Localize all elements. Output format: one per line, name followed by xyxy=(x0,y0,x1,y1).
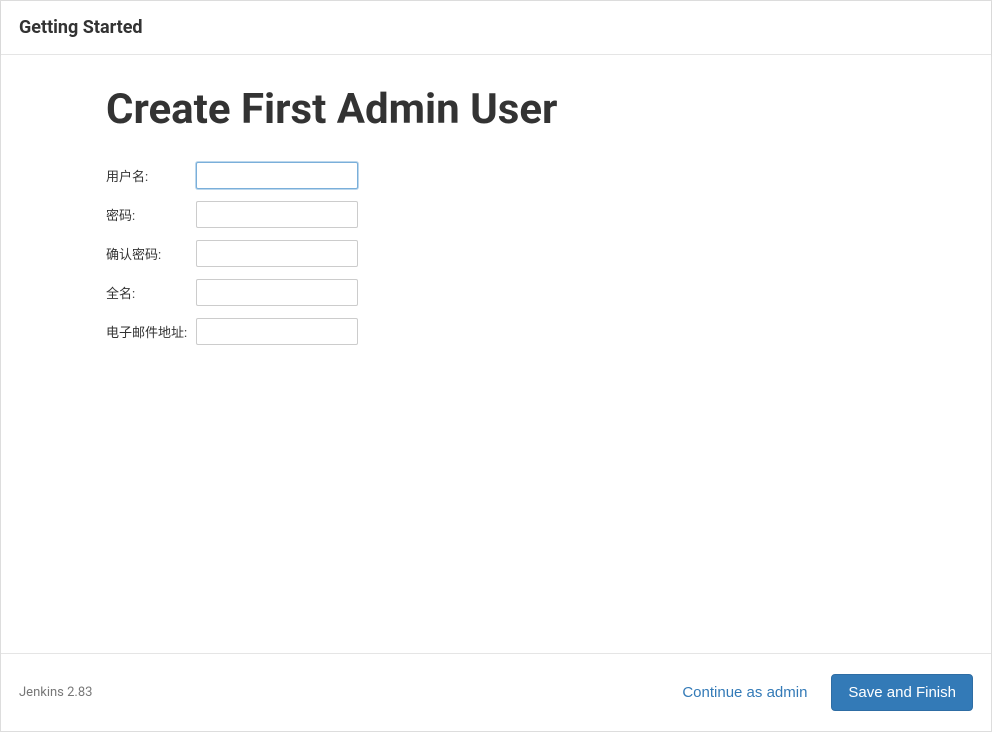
page-heading: Create First Admin User xyxy=(106,85,991,134)
email-input[interactable] xyxy=(196,318,358,345)
fullname-label: 全名: xyxy=(106,283,196,302)
form-row-username: 用户名: xyxy=(106,162,991,189)
password-label: 密码: xyxy=(106,205,196,224)
form-row-confirm-password: 确认密码: xyxy=(106,240,991,267)
header-title: Getting Started xyxy=(19,17,973,38)
username-label: 用户名: xyxy=(106,166,196,185)
footer-actions: Continue as admin Save and Finish xyxy=(682,674,973,711)
form-row-password: 密码: xyxy=(106,201,991,228)
form-row-fullname: 全名: xyxy=(106,279,991,306)
password-input[interactable] xyxy=(196,201,358,228)
confirm-password-label: 确认密码: xyxy=(106,244,196,263)
confirm-password-input[interactable] xyxy=(196,240,358,267)
footer: Jenkins 2.83 Continue as admin Save and … xyxy=(1,653,991,731)
username-input[interactable] xyxy=(196,162,358,189)
save-and-finish-button[interactable]: Save and Finish xyxy=(831,674,973,711)
header: Getting Started xyxy=(1,1,991,55)
main-content: Create First Admin User 用户名: 密码: 确认密码: 全… xyxy=(1,55,991,653)
version-text: Jenkins 2.83 xyxy=(19,685,92,700)
email-label: 电子邮件地址: xyxy=(106,322,196,341)
form-row-email: 电子邮件地址: xyxy=(106,318,991,345)
continue-as-admin-button[interactable]: Continue as admin xyxy=(682,684,807,701)
fullname-input[interactable] xyxy=(196,279,358,306)
